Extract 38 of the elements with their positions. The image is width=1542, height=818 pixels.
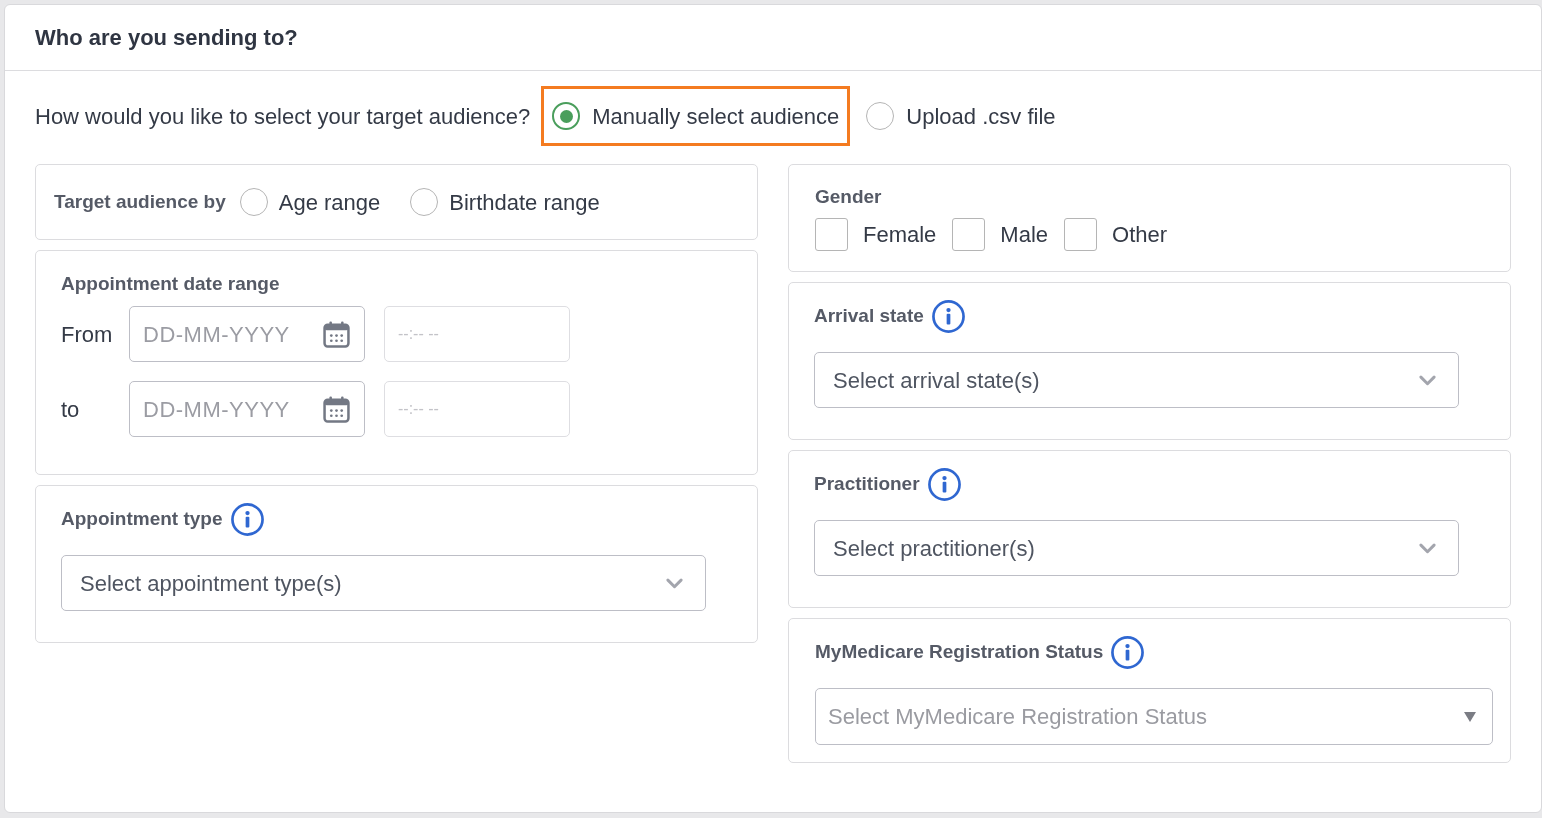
chevron-down-icon	[1419, 374, 1436, 386]
field-label: From	[61, 320, 114, 349]
radio-button[interactable]	[410, 188, 439, 216]
select-dropdown[interactable]: Select arrival state(s)	[814, 352, 1459, 408]
info-icon[interactable]	[1111, 636, 1145, 669]
select-dropdown[interactable]: Select appointment type(s)	[61, 555, 706, 611]
caret-down-icon	[1464, 711, 1476, 722]
chevron-down-icon	[666, 577, 683, 589]
info-icon[interactable]	[230, 503, 264, 536]
field-label: to	[61, 395, 81, 424]
calendar-icon[interactable]	[323, 320, 350, 348]
panel-title: Gender	[815, 185, 882, 210]
calendar-icon[interactable]	[323, 395, 350, 423]
checkbox-label[interactable]: Other	[1112, 218, 1168, 251]
radio-button[interactable]	[239, 188, 268, 216]
chevron-down-icon	[1419, 542, 1436, 554]
panel-title: Appointment date range	[61, 272, 280, 297]
panel-title: Target audience by	[54, 189, 226, 214]
card-title: Who are you sending to?	[35, 24, 298, 52]
checkbox[interactable]	[952, 218, 986, 251]
checkbox[interactable]	[815, 218, 848, 251]
checkbox-label[interactable]: Female	[863, 218, 937, 251]
radio-label[interactable]: Manually select audience	[592, 99, 840, 133]
info-icon[interactable]	[927, 468, 961, 501]
radio-label[interactable]: Birthdate range	[449, 185, 600, 219]
panel-title: MyMedicare Registration Status	[815, 640, 1104, 665]
info-icon[interactable]	[931, 300, 965, 333]
radio-label[interactable]: Upload .csv file	[906, 99, 1056, 133]
panel-title: Arrival state	[814, 304, 924, 329]
radio-button[interactable]	[552, 102, 581, 130]
panel-title: Appointment type	[61, 507, 223, 532]
question-text: How would you like to select your target audience?	[35, 102, 531, 131]
radio-button[interactable]	[866, 102, 895, 130]
panel-title: Practitioner	[814, 472, 920, 497]
checkbox-label[interactable]: Male	[1000, 218, 1049, 251]
select-dropdown[interactable]: Select practitioner(s)	[814, 520, 1459, 576]
radio-label[interactable]: Age range	[278, 185, 381, 219]
checkbox[interactable]	[1064, 218, 1098, 251]
